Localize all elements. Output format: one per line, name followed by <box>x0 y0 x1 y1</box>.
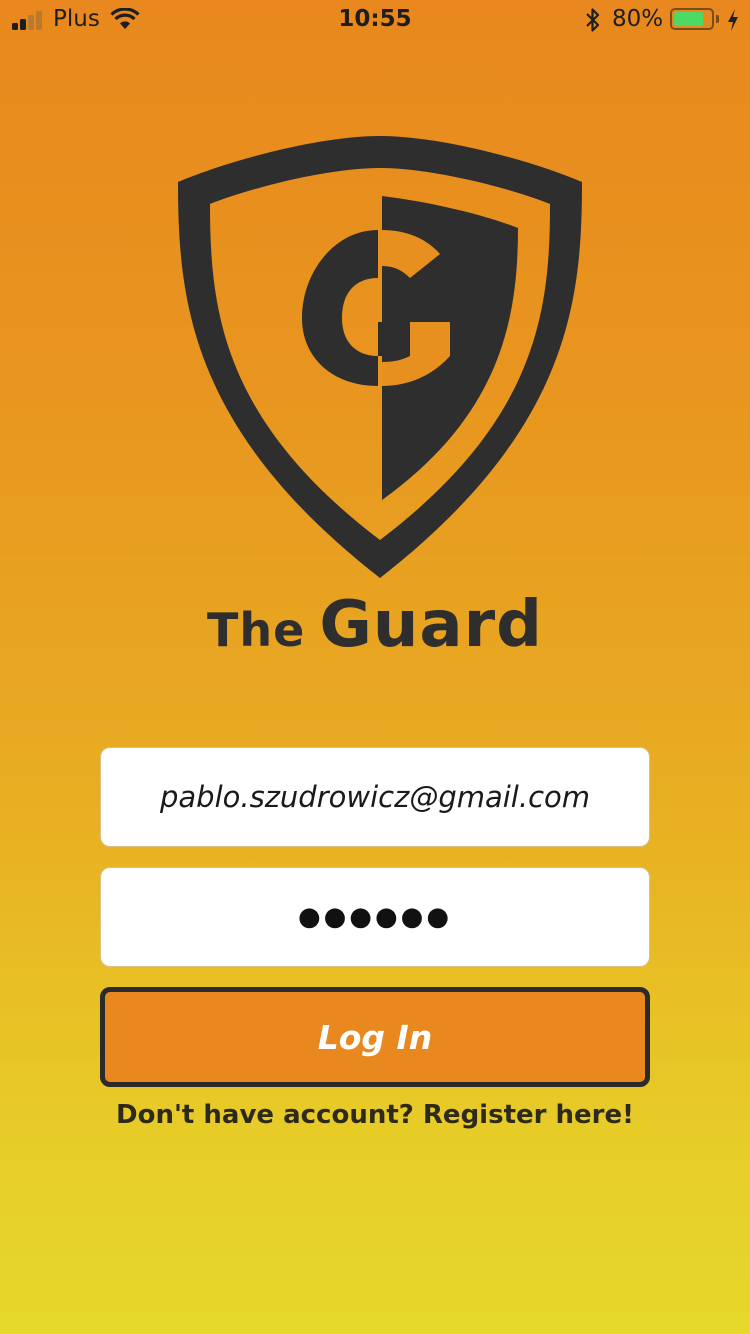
login-button[interactable]: Log In <box>100 987 650 1087</box>
bluetooth-icon <box>586 8 600 32</box>
register-link[interactable]: Don't have account? Register here! <box>0 1100 750 1130</box>
battery-nub <box>716 15 719 23</box>
status-bar: Plus 10:55 80% <box>0 0 750 40</box>
battery-icon <box>670 8 714 30</box>
brand-prefix: The <box>207 603 306 657</box>
brand-name: Guard <box>319 588 543 662</box>
password-value: ●●●●●● <box>297 902 453 932</box>
email-value: pablo.szudrowicz@gmail.com <box>159 780 591 814</box>
brand-title: The Guard <box>0 588 750 662</box>
shield-g-icon <box>178 136 582 578</box>
login-button-label: Log In <box>317 1017 433 1057</box>
password-field[interactable]: ●●●●●● <box>100 867 650 967</box>
battery-percent: 80% <box>612 6 664 32</box>
charging-icon <box>728 9 738 31</box>
email-field[interactable]: pablo.szudrowicz@gmail.com <box>100 747 650 847</box>
battery-level-fill <box>674 12 703 26</box>
